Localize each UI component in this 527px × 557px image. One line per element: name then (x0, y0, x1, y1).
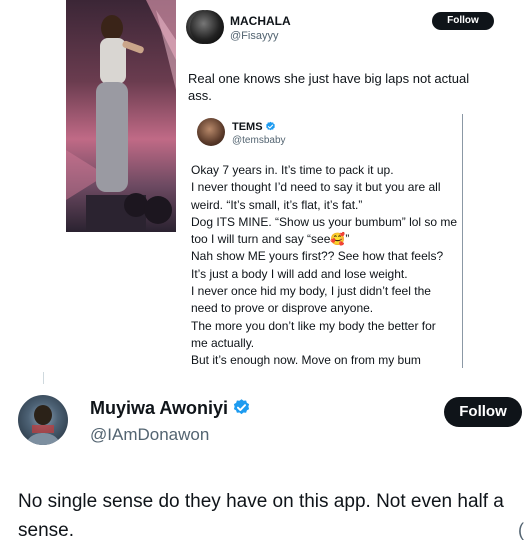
tems-line: me actually. (191, 335, 255, 350)
follow-button[interactable]: Follow (444, 397, 522, 427)
tems-line: The more you don’t like my body the bett… (191, 318, 436, 333)
tems-line: weird. “It’s small, it’s flat, it’s fat.… (191, 197, 363, 212)
machala-avatar-image[interactable] (190, 10, 224, 44)
tems-tweet-text: Okay 7 years in. It’s time to pack it up… (191, 162, 469, 370)
avatar-photo-icon (26, 405, 60, 445)
author-name-label: Muyiwa Awoniyi (90, 398, 229, 418)
author-avatar[interactable] (18, 395, 68, 445)
thread-connector (43, 372, 44, 384)
cropped-edge-icon: ( (518, 520, 524, 540)
tems-line: I never once hid my body, I just didn’t … (191, 284, 431, 299)
follow-button-machala[interactable]: Follow (432, 12, 494, 30)
tems-line: Dog ITS MINE. “Show us your bumbum” lol … (191, 214, 458, 229)
tweet-text: No single sense do they have on this app… (18, 491, 504, 541)
tems-name[interactable]: TEMS (232, 121, 276, 135)
tems-line: But it’s enough now. Move on from my bum (191, 353, 421, 368)
author-handle[interactable]: @IAmDonawon (90, 425, 209, 445)
tems-name-label: TEMS (232, 121, 263, 133)
tems-line: too I will turn and say “see🥰” (191, 232, 350, 247)
performer-photo (66, 0, 176, 232)
verified-badge-icon (265, 121, 276, 135)
author-name[interactable]: Muyiwa Awoniyi (90, 398, 251, 422)
tems-line: It’s just a body I will add and lose wei… (191, 266, 408, 281)
machala-tweet-text: Real one knows she just have big laps no… (188, 71, 470, 103)
tems-avatar[interactable] (197, 118, 225, 146)
tems-line: Nah show ME yours first?? See how that f… (191, 249, 444, 264)
machala-name[interactable]: MACHALA (230, 14, 291, 28)
machala-handle[interactable]: @Fisayyy (230, 30, 278, 42)
tems-line: need to prove or disprove anyone. (191, 301, 374, 316)
tems-line: Okay 7 years in. It’s time to pack it up… (191, 163, 394, 177)
tems-line: I never thought I’d need to say it but y… (191, 180, 441, 195)
tems-handle[interactable]: @temsbaby (232, 135, 286, 146)
verified-badge-icon (232, 398, 251, 422)
